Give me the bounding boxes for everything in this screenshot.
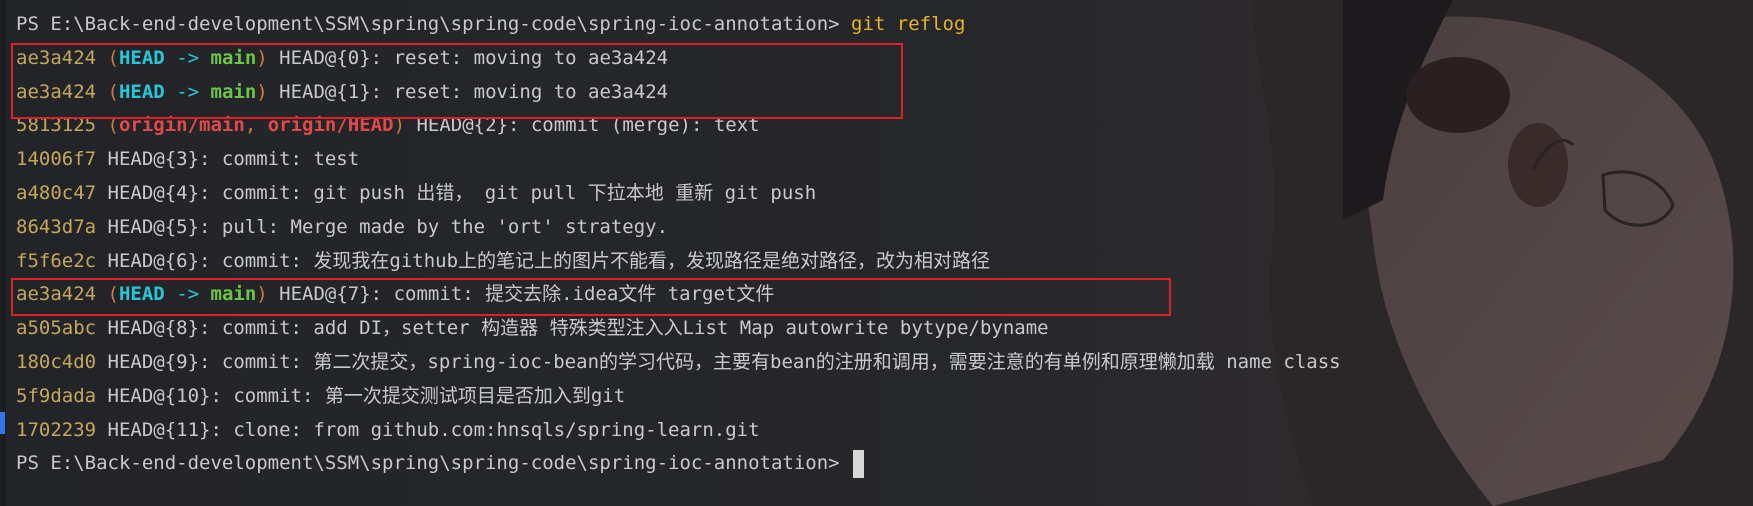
cursor-icon	[853, 449, 865, 478]
reflog-entry: f5f6e2c HEAD@{6}: commit: 发现我在github上的笔记…	[16, 245, 1753, 279]
entry-message: HEAD@{5}: pull: Merge made by the 'ort' …	[96, 215, 669, 238]
entry-message: HEAD@{9}: commit: 第二次提交，spring-ioc-bean的…	[96, 350, 1341, 373]
reflog-entry: 180c4d0 HEAD@{9}: commit: 第二次提交，spring-i…	[16, 346, 1753, 380]
head-ref: HEAD	[118, 46, 165, 69]
reflog-entry: ae3a424 (HEAD -> main) HEAD@{7}: commit:…	[16, 283, 775, 306]
entry-message: HEAD@{7}: commit: 提交去除.idea文件 target文件	[267, 283, 775, 306]
command-text: git reflog	[839, 13, 966, 35]
reflog-entry: 8643d7a HEAD@{5}: pull: Merge made by th…	[16, 211, 1753, 245]
prompt-text: PS E:\Back-end-development\SSM\spring\sp…	[16, 452, 840, 475]
branch-ref: main	[210, 80, 257, 103]
reflog-entry: ae3a424 (HEAD -> main) HEAD@{1}: reset: …	[16, 80, 669, 103]
branch-ref: main	[210, 46, 257, 69]
branch-ref: main	[210, 283, 257, 306]
entry-message: HEAD@{4}: commit: git push 出错， git pull …	[96, 181, 817, 204]
terminal-output[interactable]: PS E:\Back-end-development\SSM\spring\sp…	[16, 8, 1753, 481]
reflog-entry: 5813125 (origin/main, origin/HEAD) HEAD@…	[16, 114, 760, 137]
entry-message: HEAD@{11}: clone: from github.com:hnsqls…	[96, 418, 760, 441]
prompt-marker	[0, 412, 5, 434]
commit-hash: a480c47	[16, 181, 97, 204]
commit-hash: a505abc	[16, 317, 97, 340]
commit-hash: f5f6e2c	[16, 249, 97, 272]
commit-hash: ae3a424	[16, 283, 97, 306]
entry-message: HEAD@{0}: reset: moving to ae3a424	[267, 46, 669, 69]
entry-message: HEAD@{8}: commit: add DI，setter 构造器 特殊类型…	[96, 317, 1049, 340]
prompt-text: PS E:\Back-end-development\SSM\spring\sp…	[16, 13, 840, 35]
commit-hash: 180c4d0	[16, 350, 97, 373]
entry-message: HEAD@{2}: commit (merge): text	[405, 114, 760, 137]
entry-message: HEAD@{10}: commit: 第一次提交测试项目是否加入到git	[96, 384, 626, 407]
reflog-entry: 1702239 HEAD@{11}: clone: from github.co…	[16, 414, 1753, 448]
terminal-window[interactable]: PS E:\Back-end-development\SSM\spring\sp…	[0, 0, 1753, 506]
input-line[interactable]: PS E:\Back-end-development\SSM\spring\sp…	[16, 447, 1753, 481]
origin-head-ref: origin/HEAD	[267, 114, 394, 137]
reflog-entry: ae3a424 (HEAD -> main) HEAD@{0}: reset: …	[16, 46, 669, 69]
commit-hash: 8643d7a	[16, 215, 97, 238]
commit-hash: 5813125	[16, 114, 97, 137]
entry-message: HEAD@{6}: commit: 发现我在github上的笔记上的图片不能看，…	[96, 249, 991, 272]
commit-hash: ae3a424	[16, 80, 97, 103]
origin-main-ref: origin/main	[118, 114, 245, 137]
entry-message: HEAD@{1}: reset: moving to ae3a424	[267, 80, 669, 103]
commit-hash: 14006f7	[16, 148, 97, 171]
entry-message: HEAD@{3}: commit: test	[96, 148, 360, 171]
reflog-entry: 5f9dada HEAD@{10}: commit: 第一次提交测试项目是否加入…	[16, 380, 1753, 414]
command-line: PS E:\Back-end-development\SSM\spring\sp…	[16, 8, 1753, 42]
reflog-entry: 14006f7 HEAD@{3}: commit: test	[16, 143, 1753, 177]
commit-hash: 1702239	[16, 418, 97, 441]
head-ref: HEAD	[118, 80, 165, 103]
reflog-entry: a505abc HEAD@{8}: commit: add DI，setter …	[16, 312, 1753, 346]
commit-hash: ae3a424	[16, 46, 97, 69]
reflog-entry: a480c47 HEAD@{4}: commit: git push 出错， g…	[16, 177, 1753, 211]
head-ref: HEAD	[118, 283, 165, 306]
commit-hash: 5f9dada	[16, 384, 97, 407]
